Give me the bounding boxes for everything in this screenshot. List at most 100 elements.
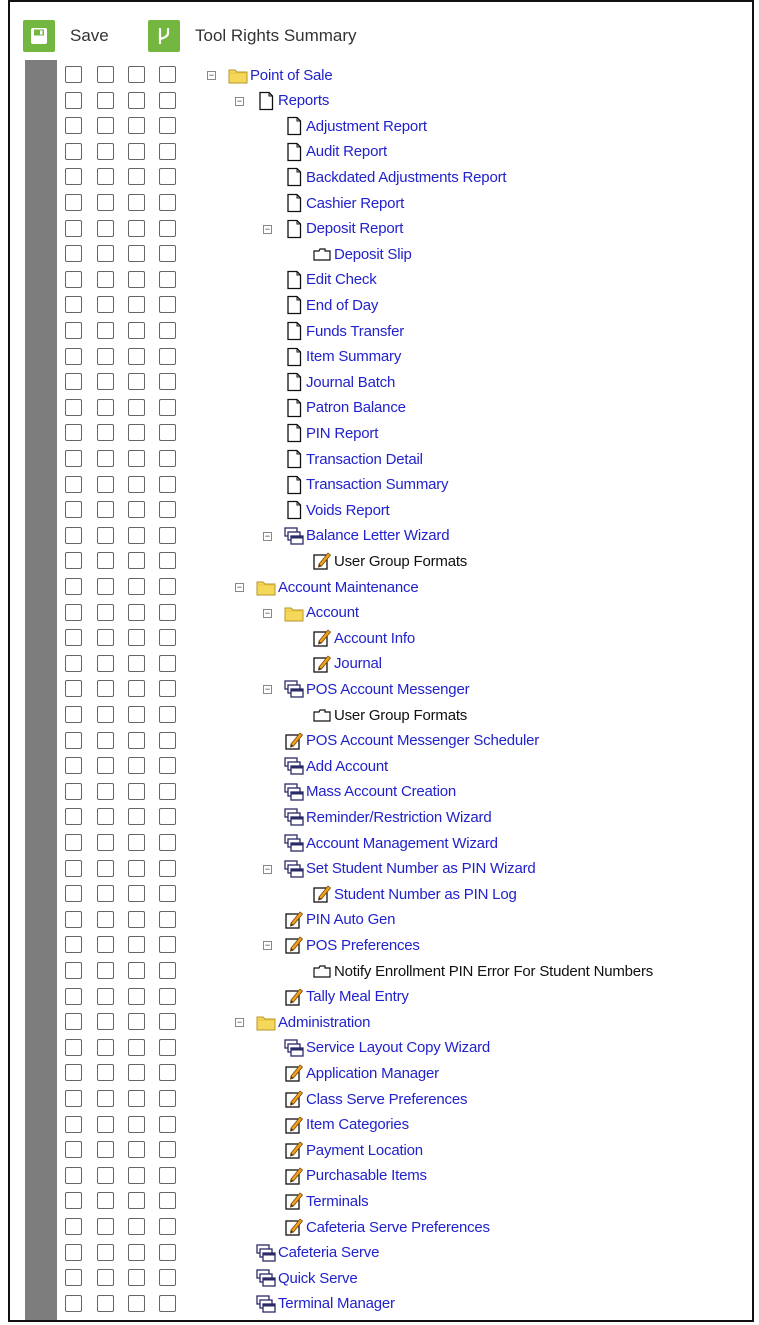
delete-rights-checkbox[interactable]	[159, 859, 176, 877]
tree-node[interactable]: Set Student Number as PIN Wizard	[284, 858, 536, 880]
delete-rights-checkbox[interactable]	[159, 1038, 176, 1056]
write-rights-checkbox[interactable]	[97, 552, 114, 570]
add-rights-checkbox[interactable]	[128, 834, 145, 851]
tree-node-label[interactable]: Reports	[278, 92, 329, 109]
write-rights-checkbox[interactable]	[97, 117, 114, 135]
read-rights-checkbox[interactable]	[65, 475, 82, 493]
add-rights-checkbox[interactable]	[128, 1294, 145, 1312]
tree-node[interactable]: Cafeteria Serve Preferences	[284, 1216, 490, 1238]
write-rights-checkbox[interactable]	[97, 322, 114, 339]
read-rights-checkbox[interactable]	[65, 808, 82, 826]
add-rights-checkbox[interactable]	[128, 475, 145, 493]
delete-rights-checkbox[interactable]	[159, 578, 176, 595]
tree-node[interactable]: Transaction Summary	[284, 474, 449, 496]
read-rights-checkbox[interactable]	[65, 501, 82, 519]
write-rights-checkbox[interactable]	[97, 578, 114, 595]
tree-node-label[interactable]: Quick Serve	[278, 1270, 358, 1287]
delete-rights-checkbox[interactable]	[159, 91, 176, 109]
read-rights-checkbox[interactable]	[65, 1090, 82, 1107]
tree-node[interactable]: Journal Batch	[284, 371, 395, 393]
read-rights-checkbox[interactable]	[65, 1038, 82, 1056]
read-rights-checkbox[interactable]	[65, 270, 82, 288]
write-rights-checkbox[interactable]	[97, 654, 114, 672]
tree-node[interactable]: Deposit Report	[284, 218, 403, 240]
read-rights-checkbox[interactable]	[65, 1294, 82, 1312]
write-rights-checkbox[interactable]	[97, 1115, 114, 1133]
read-rights-checkbox[interactable]	[65, 1243, 82, 1261]
delete-rights-checkbox[interactable]	[159, 270, 176, 288]
tree-node[interactable]: Backdated Adjustments Report	[284, 166, 507, 188]
delete-rights-checkbox[interactable]	[159, 603, 176, 621]
delete-rights-checkbox[interactable]	[159, 654, 176, 672]
tree-node-label[interactable]: POS Account Messenger Scheduler	[306, 732, 539, 749]
write-rights-checkbox[interactable]	[97, 219, 114, 237]
delete-rights-checkbox[interactable]	[159, 1269, 176, 1287]
tree-node-label[interactable]: Audit Report	[306, 143, 387, 160]
tree-node-label[interactable]: Reminder/Restriction Wizard	[306, 809, 492, 826]
read-rights-checkbox[interactable]	[65, 859, 82, 877]
tree-node-label[interactable]: Mass Account Creation	[306, 783, 456, 800]
delete-rights-checkbox[interactable]	[159, 475, 176, 493]
delete-rights-checkbox[interactable]	[159, 552, 176, 570]
tree-node-label[interactable]: Funds Transfer	[306, 323, 404, 340]
tree-node[interactable]: Item Categories	[284, 1114, 409, 1136]
read-rights-checkbox[interactable]	[65, 654, 82, 672]
write-rights-checkbox[interactable]	[97, 1141, 114, 1159]
collapse-toggle-icon[interactable]: −	[263, 531, 272, 541]
read-rights-checkbox[interactable]	[65, 629, 82, 647]
tree-node[interactable]: Funds Transfer	[284, 320, 404, 342]
collapse-toggle-icon[interactable]: −	[207, 71, 216, 80]
add-rights-checkbox[interactable]	[128, 859, 145, 877]
tree-node-label[interactable]: Transaction Detail	[306, 451, 423, 468]
add-rights-checkbox[interactable]	[128, 168, 145, 186]
write-rights-checkbox[interactable]	[97, 1038, 114, 1056]
add-rights-checkbox[interactable]	[128, 1141, 145, 1159]
read-rights-checkbox[interactable]	[65, 245, 82, 263]
tree-node[interactable]: Transaction Detail	[284, 448, 423, 470]
add-rights-checkbox[interactable]	[128, 1090, 145, 1107]
delete-rights-checkbox[interactable]	[159, 398, 176, 416]
write-rights-checkbox[interactable]	[97, 1090, 114, 1107]
tree-node[interactable]: Audit Report	[284, 141, 387, 163]
tree-node[interactable]: Payment Location	[284, 1139, 423, 1161]
add-rights-checkbox[interactable]	[128, 245, 145, 263]
delete-rights-checkbox[interactable]	[159, 808, 176, 826]
write-rights-checkbox[interactable]	[97, 424, 114, 442]
tree-node-label[interactable]: Voids Report	[306, 502, 390, 519]
add-rights-checkbox[interactable]	[128, 398, 145, 416]
tree-node[interactable]: Voids Report	[284, 499, 390, 521]
tree-node-label[interactable]: PIN Report	[306, 425, 378, 442]
delete-rights-checkbox[interactable]	[159, 731, 176, 749]
read-rights-checkbox[interactable]	[65, 1218, 82, 1235]
tree-node-label[interactable]: Service Layout Copy Wizard	[306, 1039, 490, 1056]
add-rights-checkbox[interactable]	[128, 526, 145, 544]
write-rights-checkbox[interactable]	[97, 1013, 114, 1031]
tree-node[interactable]: Deposit Slip	[312, 243, 412, 265]
write-rights-checkbox[interactable]	[97, 168, 114, 186]
delete-rights-checkbox[interactable]	[159, 1090, 176, 1107]
read-rights-checkbox[interactable]	[65, 1013, 82, 1031]
add-rights-checkbox[interactable]	[128, 1192, 145, 1210]
read-rights-checkbox[interactable]	[65, 782, 82, 800]
add-rights-checkbox[interactable]	[128, 885, 145, 903]
add-rights-checkbox[interactable]	[128, 808, 145, 826]
tree-node[interactable]: Reminder/Restriction Wizard	[284, 806, 492, 828]
add-rights-checkbox[interactable]	[128, 757, 145, 775]
tree-node-label[interactable]: Set Student Number as PIN Wizard	[306, 860, 536, 877]
tree-node[interactable]: Balance Letter Wizard	[284, 525, 450, 547]
tree-node[interactable]: Class Serve Preferences	[284, 1088, 468, 1110]
read-rights-checkbox[interactable]	[65, 168, 82, 186]
write-rights-checkbox[interactable]	[97, 629, 114, 647]
tree-node-label[interactable]: Cafeteria Serve	[278, 1244, 379, 1261]
read-rights-checkbox[interactable]	[65, 1115, 82, 1133]
tree-node-label[interactable]: Terminals	[306, 1193, 369, 1210]
tree-node[interactable]: Application Manager	[284, 1062, 439, 1084]
tree-node[interactable]: Edit Check	[284, 269, 377, 291]
add-rights-checkbox[interactable]	[128, 450, 145, 467]
tree-node[interactable]: Account Maintenance	[256, 576, 419, 598]
tree-node[interactable]: End of Day	[284, 294, 378, 316]
add-rights-checkbox[interactable]	[128, 1013, 145, 1031]
tree-node[interactable]: Add Account	[284, 755, 388, 777]
write-rights-checkbox[interactable]	[97, 910, 114, 928]
tree-node-label[interactable]: Class Serve Preferences	[306, 1091, 468, 1108]
